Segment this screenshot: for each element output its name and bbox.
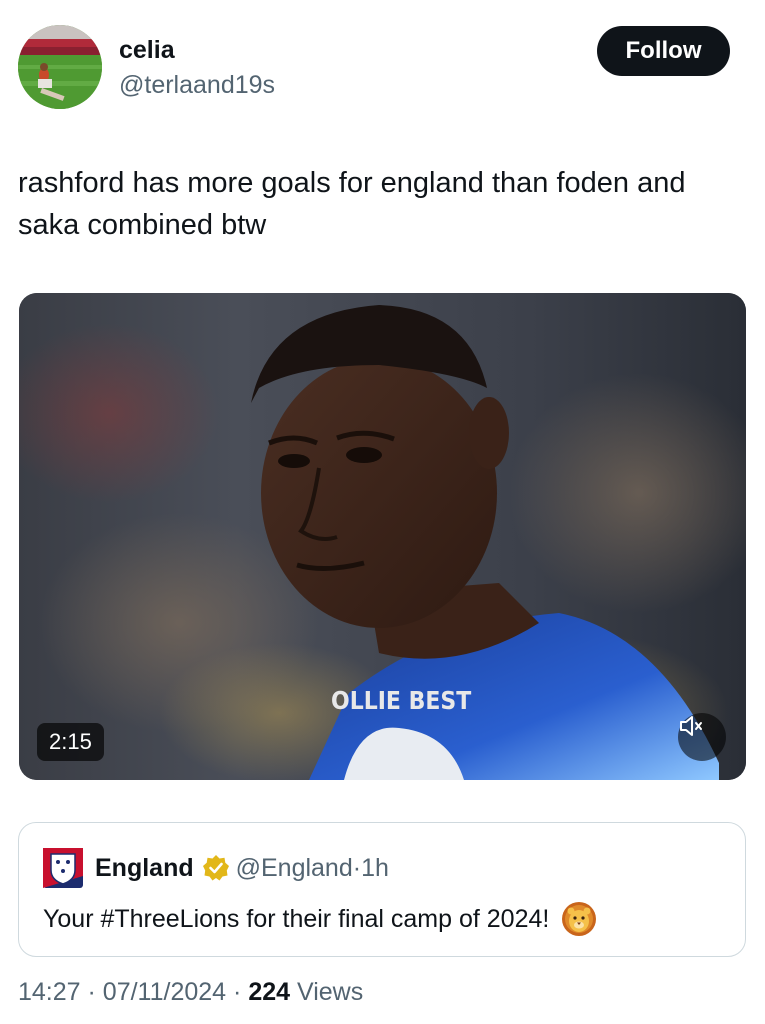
verified-badge-icon [202, 855, 229, 881]
quoted-author-name[interactable]: England [95, 854, 194, 883]
meta-separator: · [87, 978, 96, 1006]
quoted-tweet-text: Your #ThreeLions for their final camp of… [43, 901, 597, 937]
views-count[interactable]: 224 [248, 978, 290, 1006]
quoted-separator: · [352, 853, 362, 882]
author-display-name[interactable]: celia [119, 35, 275, 65]
quoted-author-handle[interactable]: @England [236, 854, 353, 883]
quoted-tweet-body: Your #ThreeLions for their final camp of… [43, 904, 550, 933]
video-duration-badge: 2:15 [37, 723, 104, 761]
quoted-tweet[interactable]: England @England · 1h Your #ThreeLions f… [18, 822, 746, 957]
quoted-tweet-header: England @England · 1h [41, 845, 389, 891]
stadium-photo-avatar [18, 25, 102, 109]
author-names: celia @terlaand19s [119, 35, 275, 101]
mute-button[interactable] [678, 713, 726, 761]
views-label: Views [296, 978, 364, 1006]
tweet-header: celia @terlaand19s Follow [18, 25, 730, 111]
tweet-date[interactable]: 07/11/2024 [103, 978, 226, 1006]
video-player[interactable]: OLLIE BEST 2:15 [19, 293, 746, 780]
tweet-time[interactable]: 14:27 [18, 978, 81, 1006]
meta-separator: · [233, 978, 242, 1006]
tweet-text: rashford has more goals for england than… [18, 167, 686, 241]
author-handle[interactable]: @terlaand19s [119, 69, 275, 101]
author-avatar[interactable] [18, 25, 102, 109]
england-crest-avatar[interactable] [41, 846, 85, 890]
video-watermark: OLLIE BEST [331, 687, 472, 716]
tweet-meta: 14:27 · 07/11/2024 · 224 Views [18, 978, 363, 1007]
quoted-time[interactable]: 1h [361, 854, 389, 883]
lion-face-icon [562, 902, 597, 936]
follow-button[interactable]: Follow [597, 26, 730, 76]
speaker-muted-icon [680, 716, 702, 736]
